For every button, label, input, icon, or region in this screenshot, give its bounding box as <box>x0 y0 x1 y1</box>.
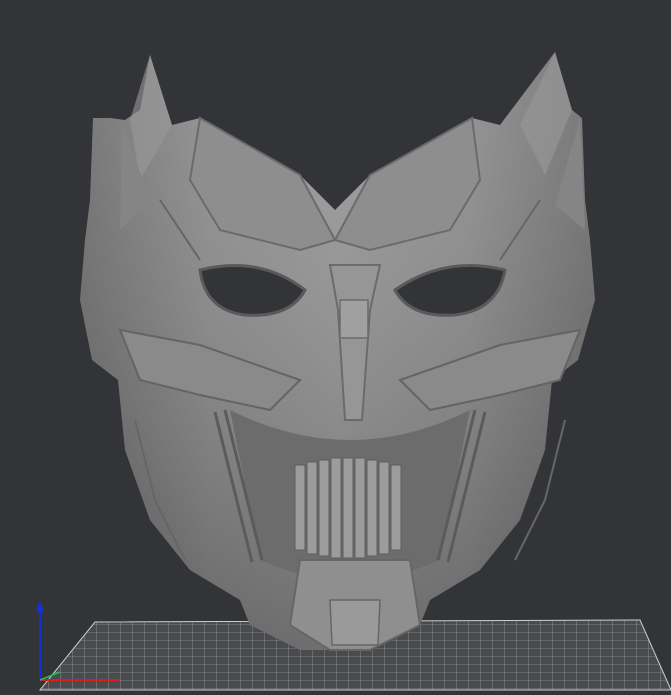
3d-viewport[interactable] <box>0 0 671 695</box>
scene-canvas[interactable] <box>0 0 671 695</box>
teeth <box>294 457 402 559</box>
mask-model[interactable] <box>80 52 595 651</box>
